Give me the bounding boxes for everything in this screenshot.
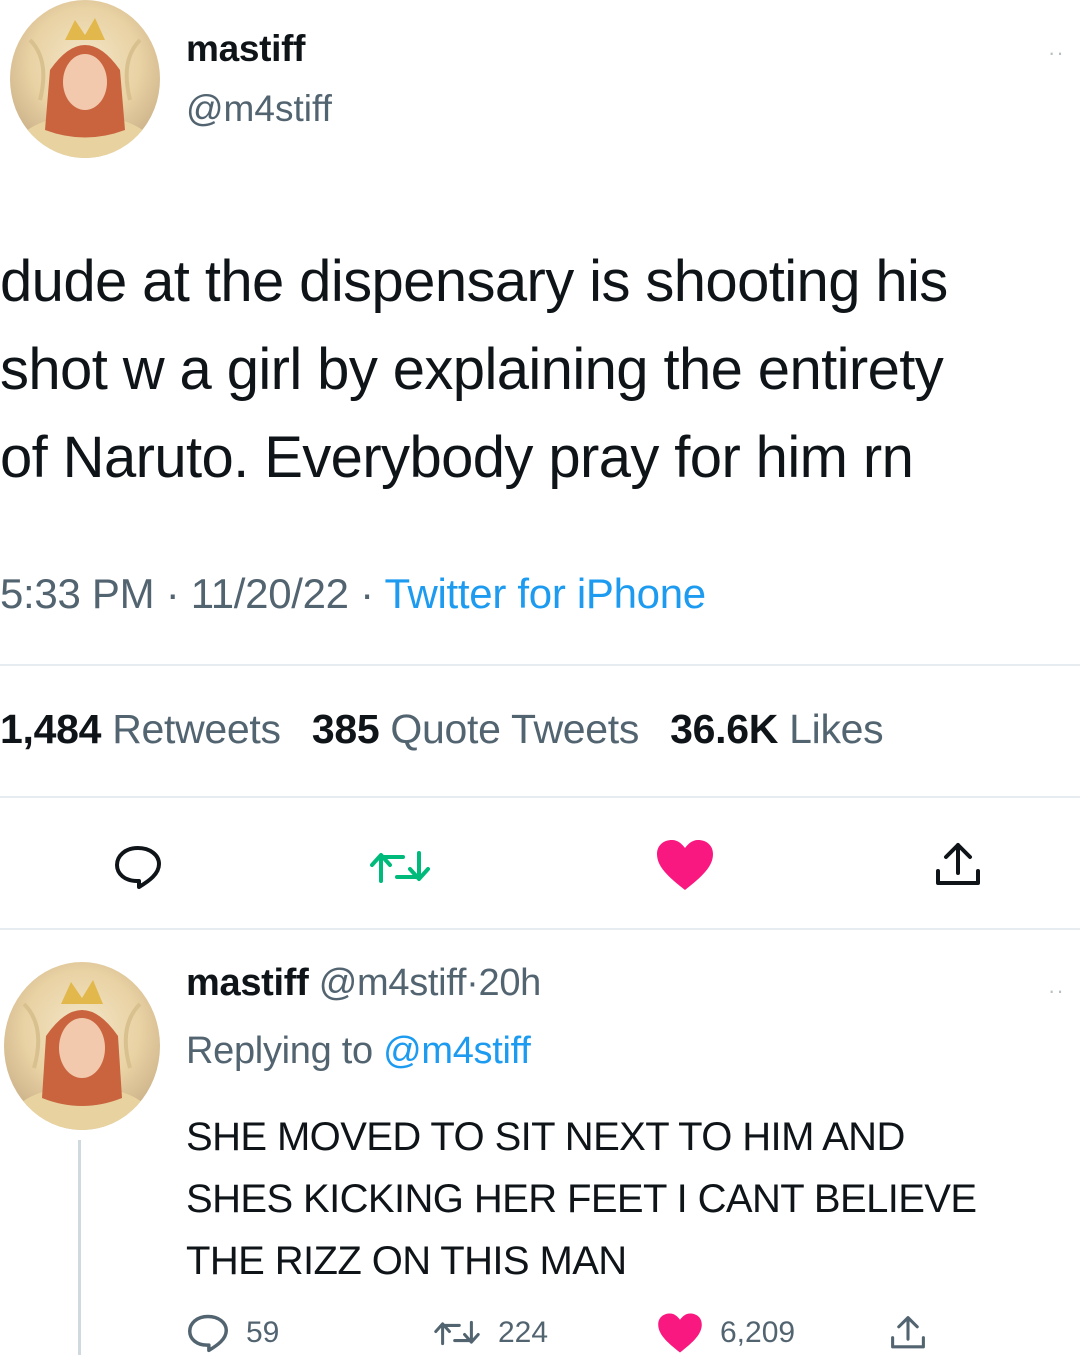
quotes-label: Quote Tweets — [390, 706, 640, 752]
retweet-icon — [434, 1320, 480, 1346]
meta-separator: · — [165, 570, 180, 617]
retweets-label: Retweets — [112, 706, 281, 752]
divider — [0, 928, 1080, 930]
tweet-text: dude at the dispensary is shooting his s… — [0, 249, 948, 490]
engagement-stats: 1,484 Retweets 385 Quote Tweets 36.6K Li… — [0, 706, 903, 753]
reply-replies-count: 59 — [246, 1316, 280, 1349]
avatar-portrait — [10, 980, 154, 1130]
heart-icon — [657, 840, 713, 890]
share-icon — [891, 1316, 925, 1349]
reply-likes-count: 6,209 — [720, 1316, 796, 1349]
divider — [0, 796, 1080, 798]
reply-author-display-name[interactable]: mastiff — [186, 962, 309, 1004]
tweet-date[interactable]: 11/20/22 — [191, 570, 349, 617]
author-display-name[interactable]: mastiff — [186, 28, 306, 70]
share-button[interactable] — [926, 833, 990, 897]
thread-line — [78, 1140, 81, 1355]
share-icon — [936, 843, 980, 885]
tweet-source[interactable]: Twitter for iPhone — [384, 570, 706, 617]
quotes-stat[interactable]: 385 Quote Tweets — [311, 706, 640, 752]
replying-to: Replying to @m4stiff — [186, 1030, 531, 1073]
likes-count: 36.6K — [670, 706, 779, 752]
reply-button[interactable] — [106, 835, 170, 899]
comment-icon — [115, 846, 161, 889]
likes-stat[interactable]: 36.6K Likes — [670, 706, 884, 752]
heart-icon — [658, 1313, 702, 1353]
reply-like-action[interactable]: 6,209 — [656, 1308, 795, 1358]
tweet-time[interactable]: 5:33 PM — [0, 570, 155, 617]
avatar-portrait — [15, 18, 155, 158]
replying-to-mention[interactable]: @m4stiff — [383, 1030, 531, 1072]
reply-header: mastiff @m4stiff·20h — [186, 962, 541, 1005]
retweet-button[interactable] — [360, 835, 440, 899]
reply-retweets-count: 224 — [498, 1316, 549, 1349]
likes-label: Likes — [789, 706, 884, 752]
replying-prefix: Replying to — [186, 1030, 373, 1072]
comment-icon — [188, 1314, 228, 1353]
divider — [0, 664, 1080, 666]
retweets-count: 1,484 — [0, 706, 102, 752]
reply-separator: · — [466, 962, 479, 1004]
more-options-icon[interactable]: ·· — [1048, 40, 1065, 66]
tweet-meta: 5:33 PM · 11/20/22 · Twitter for iPhone — [0, 570, 706, 618]
reply-more-options-icon[interactable]: ·· — [1048, 978, 1065, 1004]
reply-time[interactable]: 20h — [479, 962, 542, 1004]
author-handle[interactable]: @m4stiff — [186, 88, 332, 130]
meta-separator: · — [360, 570, 374, 617]
author-avatar[interactable] — [10, 0, 160, 158]
quotes-count: 385 — [311, 706, 380, 752]
retweets-stat[interactable]: 1,484 Retweets — [0, 706, 281, 752]
reply-share-action[interactable] — [888, 1308, 928, 1358]
reply-reply-action[interactable]: 59 — [186, 1308, 279, 1358]
like-button[interactable] — [650, 833, 720, 897]
reply-text: SHE MOVED TO SIT NEXT TO HIM AND SHES KI… — [186, 1115, 977, 1283]
reply-author-handle[interactable]: @m4stiff — [319, 962, 467, 1004]
retweet-icon — [370, 851, 430, 883]
reply-author-avatar[interactable] — [4, 962, 160, 1130]
reply-retweet-action[interactable]: 224 — [432, 1308, 548, 1358]
